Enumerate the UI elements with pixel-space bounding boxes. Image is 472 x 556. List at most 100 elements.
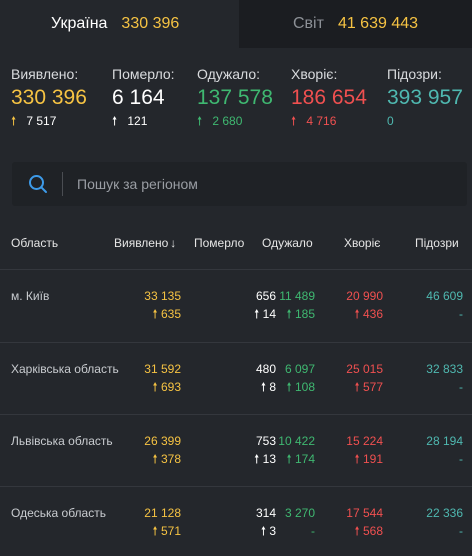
suspected-value: 22 336 (426, 506, 463, 520)
search-input[interactable] (75, 175, 439, 193)
tab-ukraine[interactable]: Україна 330 396 (0, 0, 239, 48)
stat-confirmed: Виявлено: 330 396 🠕 7 517 (11, 64, 87, 129)
deaths-value: 753 (255, 434, 276, 448)
deaths-value: 480 (255, 362, 276, 376)
arrow-up-icon: 🠕 (152, 307, 158, 321)
arrow-up-icon: 🠕 (260, 524, 266, 538)
confirmed-delta: 🠕 571 (152, 524, 181, 538)
arrow-up-icon: 🠕 (354, 452, 360, 466)
stat-suspected: Підозри: 393 957 0 (387, 64, 463, 129)
stat-delta: 2 680 (212, 114, 243, 128)
sick-value: 25 015 (346, 362, 383, 376)
confirmed-value: 26 399 (144, 434, 181, 448)
stat-value: 137 578 (197, 86, 273, 109)
search-icon[interactable] (28, 174, 48, 194)
region-name: Одеська область (11, 506, 106, 520)
recovered-delta: - (311, 524, 315, 538)
stat-delta: 121 (127, 114, 148, 128)
suspected-value: 28 194 (426, 434, 463, 448)
region-search (12, 162, 467, 206)
suspected-value: 46 609 (426, 289, 463, 303)
region-name: Львівська область (11, 434, 113, 448)
arrow-up-icon: 🠕 (291, 114, 297, 128)
recovered-value: 10 422 (278, 434, 315, 448)
suspected-value: 32 833 (426, 362, 463, 376)
stat-delta: 7 517 (26, 114, 57, 128)
deaths-delta: 🠕 14 (254, 307, 276, 321)
country-tabs: Україна 330 396 Світ 41 639 443 (0, 0, 472, 48)
stat-label: Хворіє: (291, 66, 338, 82)
arrow-up-icon: 🠕 (152, 452, 158, 466)
deaths-value: 314 (255, 506, 276, 520)
sick-delta: 🠕 191 (354, 452, 383, 466)
sick-value: 20 990 (346, 289, 383, 303)
arrow-up-icon: 🠕 (260, 380, 266, 394)
tab-world-value: 41 639 443 (337, 15, 419, 32)
stat-value: 6 164 (112, 86, 165, 109)
sick-delta: 🠕 436 (354, 307, 383, 321)
suspected-delta: - (459, 452, 463, 466)
recovered-value: 6 097 (284, 362, 315, 376)
recovered-delta: 🠕 174 (286, 452, 315, 466)
recovered-delta: 🠕 185 (286, 307, 315, 321)
sick-delta: 🠕 568 (354, 524, 383, 538)
arrow-up-icon: 🠕 (152, 380, 158, 394)
confirmed-value: 33 135 (144, 289, 181, 303)
recovered-delta: 🠕 108 (286, 380, 315, 394)
arrow-up-icon: 🠕 (286, 452, 292, 466)
column-header-region[interactable]: Область (11, 236, 58, 250)
suspected-delta: - (459, 380, 463, 394)
stat-value: 393 957 (387, 86, 463, 109)
search-divider (62, 172, 63, 196)
deaths-value: 656 (255, 289, 276, 303)
arrow-up-icon: 🠕 (286, 307, 292, 321)
arrow-up-icon: 🠕 (254, 452, 260, 466)
tab-ukraine-label: Україна (51, 15, 108, 32)
arrow-up-icon: 🠕 (354, 380, 360, 394)
column-header-confirmed[interactable]: Виявлено ↓ (114, 236, 176, 250)
confirmed-value: 31 592 (144, 362, 181, 376)
deaths-delta: 🠕 13 (254, 452, 276, 466)
stat-sick: Хворіє: 186 654 🠕 4 716 (291, 64, 367, 129)
stat-label: Одужало: (197, 66, 261, 82)
confirmed-delta: 🠕 378 (152, 452, 181, 466)
region-name: м. Київ (11, 289, 50, 303)
stat-label: Померло: (112, 66, 175, 82)
arrow-up-icon: 🠕 (197, 114, 203, 128)
column-header-confirmed-label: Виявлено (114, 236, 169, 250)
confirmed-value: 21 128 (144, 506, 181, 520)
arrow-up-icon: 🠕 (354, 524, 360, 538)
arrow-up-icon: 🠕 (152, 524, 158, 538)
deaths-delta: 🠕 8 (260, 380, 276, 394)
column-header-recovered[interactable]: Одужало (262, 236, 313, 250)
deaths-delta: 🠕 3 (260, 524, 276, 538)
sick-value: 17 544 (346, 506, 383, 520)
suspected-delta: - (459, 524, 463, 538)
arrow-up-icon: 🠕 (254, 307, 260, 321)
stat-delta: 0 (387, 114, 394, 128)
table-row[interactable]: Львівська область 26 399 🠕 378 753 🠕 13 … (0, 414, 472, 487)
stat-delta: 4 716 (306, 114, 337, 128)
arrow-up-icon: 🠕 (354, 307, 360, 321)
stat-recovered: Одужало: 137 578 🠕 2 680 (197, 64, 273, 129)
tab-world-label: Світ (293, 15, 324, 32)
tab-world[interactable]: Світ 41 639 443 (239, 0, 472, 48)
confirmed-delta: 🠕 635 (152, 307, 181, 321)
table-row[interactable]: Харківська область 31 592 🠕 693 480 🠕 8 … (0, 342, 472, 415)
table-row[interactable]: м. Київ 33 135 🠕 635 656 🠕 14 11 489 🠕 1… (0, 269, 472, 343)
stat-deaths: Померло: 6 164 🠕 121 (112, 64, 175, 129)
recovered-value: 3 270 (284, 506, 315, 520)
column-header-sick[interactable]: Хворіє (344, 236, 380, 250)
table-row[interactable]: Одеська область 21 128 🠕 571 314 🠕 3 3 2… (0, 486, 472, 556)
arrow-up-icon: 🠕 (286, 380, 292, 394)
stat-value: 186 654 (291, 86, 367, 109)
stat-label: Виявлено: (11, 66, 79, 82)
column-header-suspected[interactable]: Підозри (415, 236, 459, 250)
sick-value: 15 224 (346, 434, 383, 448)
stat-value: 330 396 (11, 86, 87, 109)
recovered-value: 11 489 (279, 289, 315, 303)
column-header-deaths[interactable]: Померло (194, 236, 244, 250)
stat-label: Підозри: (387, 66, 442, 82)
suspected-delta: - (459, 307, 463, 321)
arrow-up-icon: 🠕 (112, 114, 118, 128)
